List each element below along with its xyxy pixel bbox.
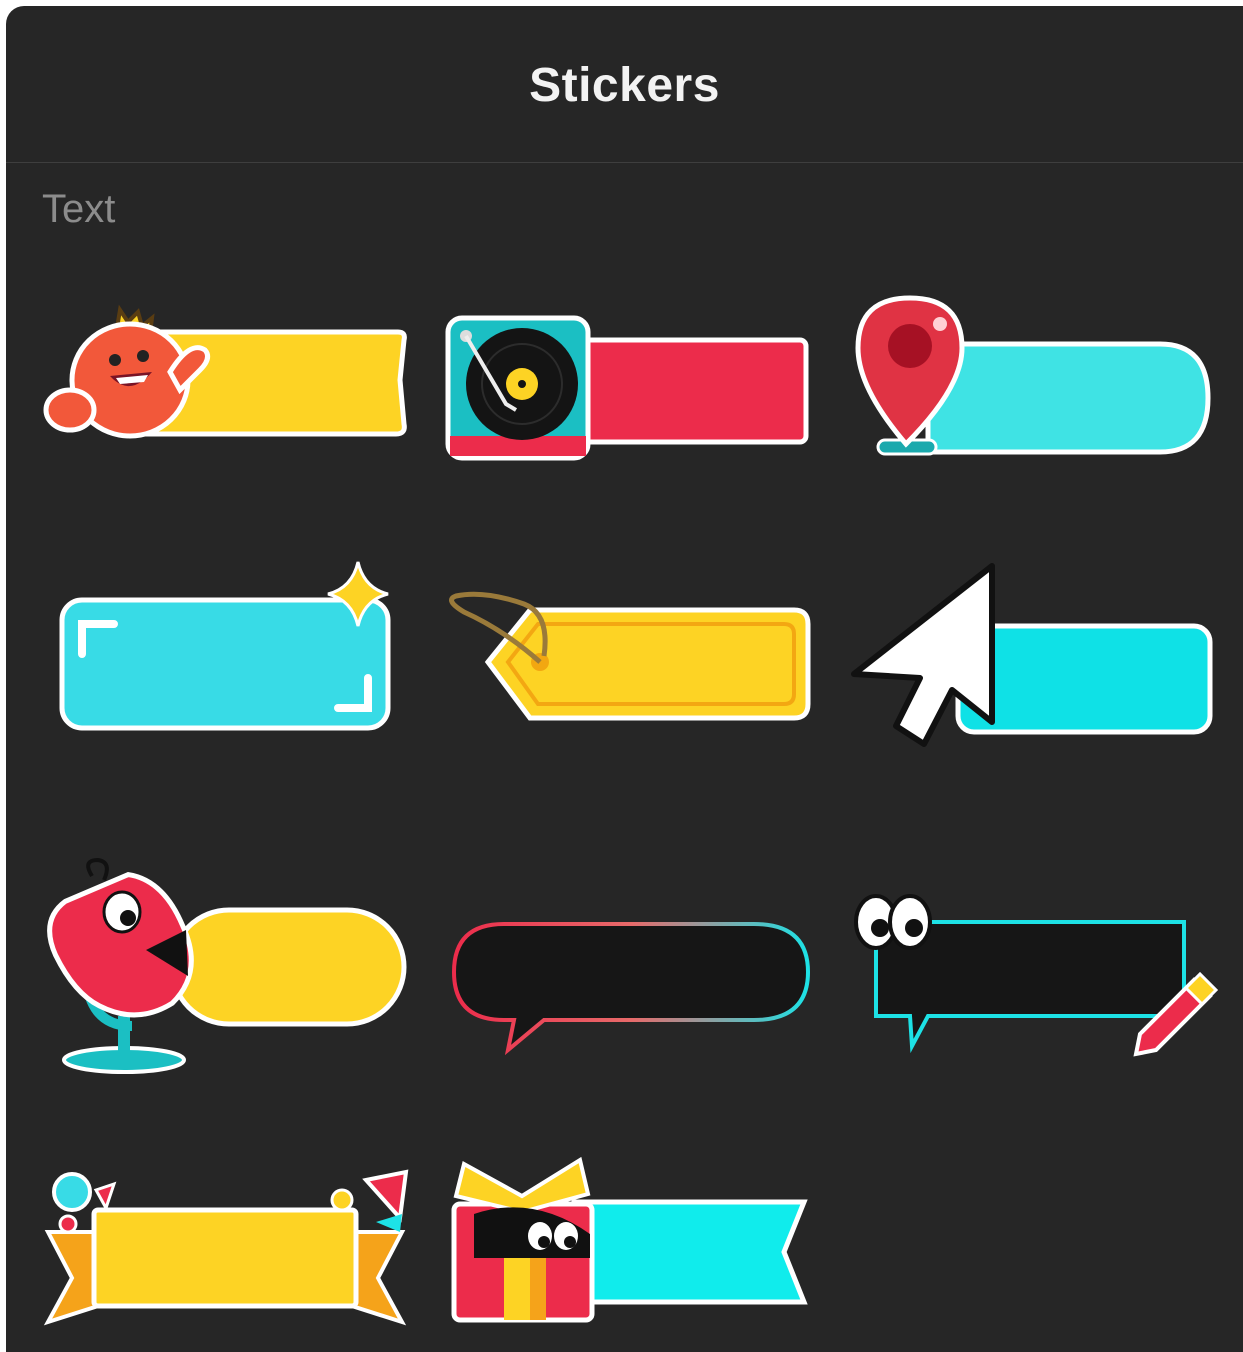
sticker-speech-bubble[interactable] xyxy=(444,910,816,1060)
banner-shape xyxy=(169,907,407,1027)
sticker-sparkle-frame[interactable] xyxy=(58,560,398,738)
section-label-text: Text xyxy=(42,187,116,231)
sticker-mascot-banner[interactable] xyxy=(40,300,410,450)
vinyl-turntable-icon xyxy=(445,315,591,461)
sticker-location-banner[interactable] xyxy=(848,292,1218,468)
banner-shape xyxy=(955,623,1213,735)
panel-header: Stickers xyxy=(6,6,1243,163)
banner-shape xyxy=(925,341,1211,455)
sticker-cursor-banner[interactable] xyxy=(848,562,1218,750)
sticker-gift-banner[interactable] xyxy=(444,1154,816,1330)
sticker-party-ribbon[interactable] xyxy=(40,1162,410,1332)
sticker-microphone-bubble[interactable] xyxy=(42,857,412,1076)
stickers-panel: Stickers Text xyxy=(6,6,1243,1352)
microphone-mascot-icon xyxy=(47,857,194,1074)
speech-bubble-icon xyxy=(451,922,811,1056)
page-title: Stickers xyxy=(529,59,720,112)
sticker-turntable-banner[interactable] xyxy=(444,312,814,468)
gift-box-icon xyxy=(451,1156,595,1323)
sticker-googly-eyes-bubble[interactable] xyxy=(848,884,1220,1057)
banner-shape xyxy=(571,337,809,445)
banner-shape xyxy=(571,1199,808,1305)
sticker-price-tag[interactable] xyxy=(444,590,816,740)
banner-shape xyxy=(91,1207,359,1309)
